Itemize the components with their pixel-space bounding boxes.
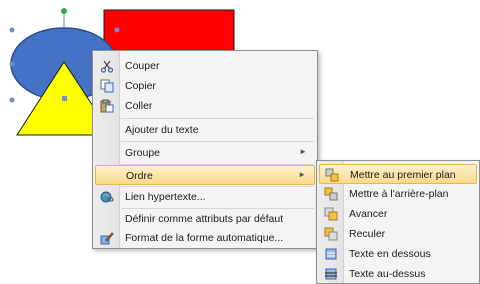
menu-item-label: Couper xyxy=(125,60,160,72)
menu-item-paste[interactable]: Coller xyxy=(95,96,315,116)
send-backward-icon xyxy=(323,226,339,242)
hyperlink-icon xyxy=(99,189,115,205)
menu-item-label: Mettre au premier plan xyxy=(350,169,456,181)
submenu-arrow-icon: ► xyxy=(298,170,306,179)
menu-item-label: Texte au-dessus xyxy=(349,268,426,280)
menu-item-label: Mettre à l'arrière-plan xyxy=(349,188,449,200)
send-to-back-icon xyxy=(323,186,339,202)
menu-item-label: Ajouter du texte xyxy=(125,124,199,136)
submenu-arrow-icon: ► xyxy=(299,147,307,156)
resize-handle[interactable] xyxy=(9,27,15,33)
bring-forward-icon xyxy=(323,206,339,222)
menu-item-copy[interactable]: Copier xyxy=(95,76,315,96)
menu-item-hyperlink[interactable]: Lien hypertexte... xyxy=(95,187,315,207)
menu-item-order[interactable]: Ordre ► xyxy=(95,165,315,185)
submenu-item-send-to-back[interactable]: Mettre à l'arrière-plan xyxy=(319,184,477,204)
menu-item-label: Ordre xyxy=(126,170,153,182)
format-shape-icon xyxy=(99,230,115,246)
menu-item-label: Texte en dessous xyxy=(349,248,431,260)
rotation-handle[interactable] xyxy=(61,8,67,14)
menu-item-label: Lien hypertexte... xyxy=(125,191,206,203)
text-above-icon xyxy=(323,266,339,282)
menu-item-label: Format de la forme automatique... xyxy=(125,232,284,244)
submenu-item-send-backward[interactable]: Reculer xyxy=(319,224,477,244)
menu-item-label: Définir comme attributs par défaut xyxy=(125,213,284,225)
menu-item-group[interactable]: Groupe ► xyxy=(95,143,315,163)
scissors-icon xyxy=(99,58,115,74)
text-below-icon xyxy=(323,246,339,262)
submenu-item-bring-to-front[interactable]: Mettre au premier plan xyxy=(319,164,477,184)
menu-item-label: Reculer xyxy=(349,228,386,240)
menu-item-cut[interactable]: Couper xyxy=(95,56,315,76)
menu-item-format-shape[interactable]: Format de la forme automatique... xyxy=(95,228,315,248)
bring-to-front-icon xyxy=(324,167,340,183)
order-submenu: Mettre au premier plan Mettre à l'arrièr… xyxy=(316,160,480,284)
adjust-handle[interactable] xyxy=(62,96,67,101)
copy-icon xyxy=(99,78,115,94)
menu-item-set-default[interactable]: Définir comme attributs par défaut xyxy=(95,209,315,229)
submenu-item-bring-forward[interactable]: Avancer xyxy=(319,204,477,224)
menu-item-add-text[interactable]: Ajouter du texte xyxy=(95,120,315,140)
resize-handle[interactable] xyxy=(114,27,120,33)
context-menu: Couper Copier Coller Ajouter du texte Gr… xyxy=(92,50,318,249)
submenu-item-text-below[interactable]: Texte en dessous xyxy=(319,244,477,264)
menu-item-label: Coller xyxy=(125,100,153,112)
menu-item-label: Avancer xyxy=(349,208,388,220)
menu-item-label: Copier xyxy=(125,80,156,92)
menu-item-label: Groupe xyxy=(125,147,161,159)
resize-handle[interactable] xyxy=(9,61,15,67)
menu-separator xyxy=(121,141,314,142)
submenu-item-text-above[interactable]: Texte au-dessus xyxy=(319,264,477,284)
paste-icon xyxy=(99,98,115,114)
resize-handle[interactable] xyxy=(9,97,15,103)
menu-separator xyxy=(121,118,314,119)
